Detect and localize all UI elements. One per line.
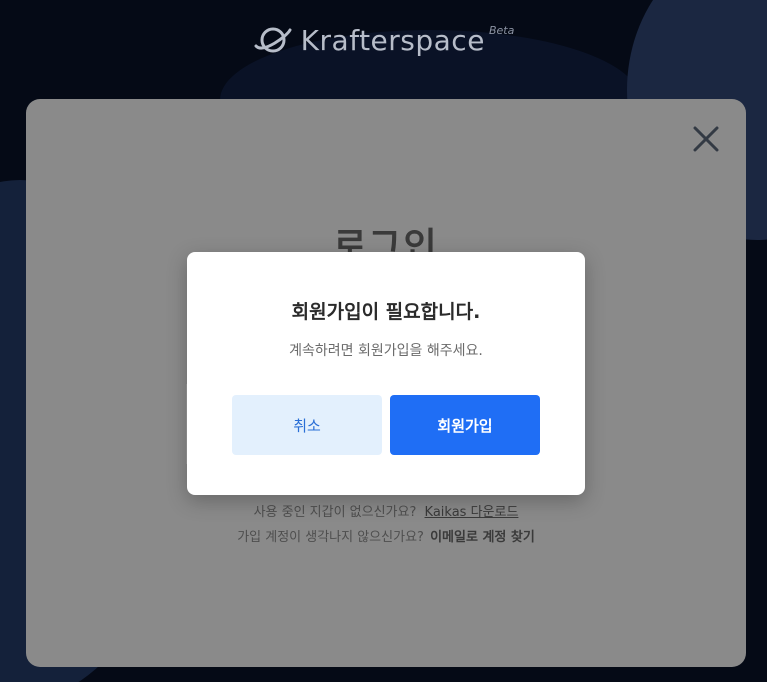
signup-required-dialog: 회원가입이 필요합니다. 계속하려면 회원가입을 해주세요. 취소 회원가입 [187,252,585,495]
planet-logo-icon [254,27,292,53]
signup-button[interactable]: 회원가입 [390,395,540,455]
close-button[interactable] [692,125,720,153]
find-account-link[interactable]: 이메일로 계정 찾기 [430,530,535,545]
account-question: 가입 계정이 생각나지 않으신가요? [237,530,424,545]
wallet-question: 사용 중인 지갑이 없으신가요? [253,505,417,520]
account-hint: 가입 계정이 생각나지 않으신가요? 이메일로 계정 찾기 [26,526,746,545]
brand-name: Krafterspace [300,23,485,57]
kaikas-download-link[interactable]: Kaikas 다운로드 [425,505,519,520]
dialog-description: 계속하려면 회원가입을 해주세요. [289,343,483,359]
dialog-title: 회원가입이 필요합니다. [291,301,481,323]
beta-badge: Beta [488,24,515,37]
close-icon [693,126,719,152]
cancel-button[interactable]: 취소 [232,395,382,455]
wallet-hint: 사용 중인 지갑이 없으신가요? Kaikas 다운로드 [26,501,746,520]
site-logo[interactable]: Krafterspace Beta [0,22,767,58]
